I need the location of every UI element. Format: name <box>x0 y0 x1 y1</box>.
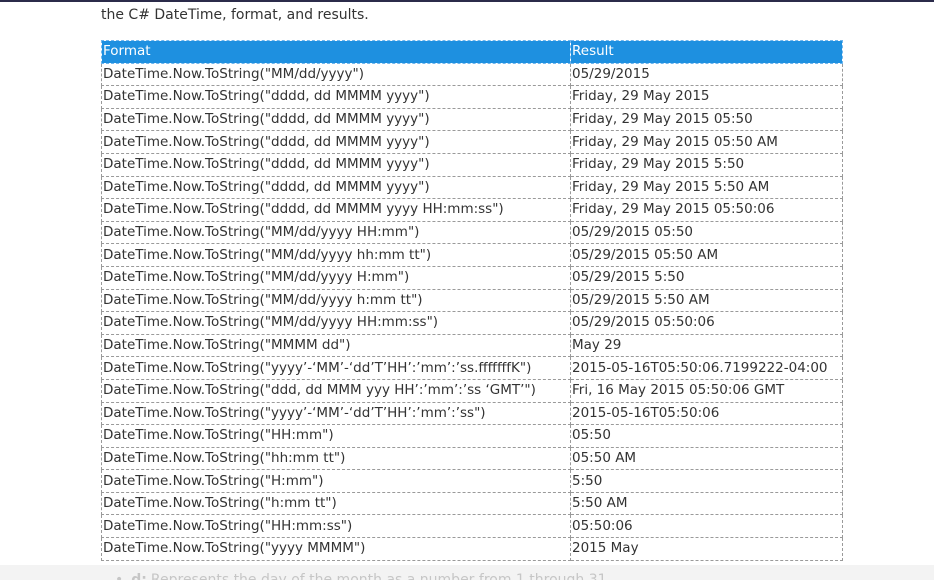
result-cell: Friday, 29 May 2015 05:50 <box>570 107 843 132</box>
result-cell: Friday, 29 May 2015 5:50 AM <box>570 175 843 200</box>
format-cell: DateTime.Now.ToString("MMMM dd") <box>101 333 571 358</box>
table-row: DateTime.Now.ToString("hh:mm tt") 05:50 … <box>101 446 843 471</box>
table-row: DateTime.Now.ToString("dddd, dd MMMM yyy… <box>101 175 843 200</box>
format-cell: DateTime.Now.ToString("h:mm tt") <box>101 491 571 516</box>
table-row: DateTime.Now.ToString("MM/dd/yyyy hh:mm … <box>101 243 843 267</box>
format-cell: DateTime.Now.ToString("MM/dd/yyyy HH:mm:… <box>101 311 571 335</box>
result-cell: 05/29/2015 05:50:06 <box>570 311 843 335</box>
table-row: DateTime.Now.ToString("dddd, dd MMMM yyy… <box>101 152 843 177</box>
table-row: DateTime.Now.ToString("yyyy MMMM") 2015 … <box>101 537 843 561</box>
result-cell: Fri, 16 May 2015 05:50:06 GMT <box>570 378 843 403</box>
result-cell: 05:50 <box>570 424 843 448</box>
table-row: DateTime.Now.ToString("yyyy’-‘MM’-‘dd’T’… <box>101 356 843 380</box>
format-cell: DateTime.Now.ToString("dddd, dd MMMM yyy… <box>101 130 571 154</box>
result-cell: 05/29/2015 5:50 <box>570 265 843 290</box>
result-cell: May 29 <box>570 333 843 358</box>
table-row: DateTime.Now.ToString("MM/dd/yyyy H:mm")… <box>101 265 843 290</box>
format-cell: DateTime.Now.ToString("MM/dd/yyyy hh:mm … <box>101 243 571 267</box>
result-cell: 2015 May <box>570 537 843 561</box>
format-cell: DateTime.Now.ToString("dddd, dd MMMM yyy… <box>101 198 571 222</box>
format-cell: DateTime.Now.ToString("dddd, dd MMMM yyy… <box>101 152 571 177</box>
result-cell: 5:50 AM <box>570 491 843 516</box>
format-cell: DateTime.Now.ToString("MM/dd/yyyy h:mm t… <box>101 288 571 313</box>
table-row: DateTime.Now.ToString("dddd, dd MMMM yyy… <box>101 85 843 109</box>
format-cell: DateTime.Now.ToString("dddd, dd MMMM yyy… <box>101 175 571 200</box>
table-row: DateTime.Now.ToString("ddd, dd MMM yyy H… <box>101 378 843 403</box>
result-cell: 05:50 AM <box>570 446 843 471</box>
table-row: DateTime.Now.ToString("HH:mm:ss") 05:50:… <box>101 514 843 539</box>
table-row: DateTime.Now.ToString("yyyy’-‘MM’-‘dd’T’… <box>101 401 843 426</box>
header-format: Format <box>101 40 571 64</box>
table-row: DateTime.Now.ToString("MM/dd/yyyy HH:mm"… <box>101 220 843 245</box>
datetime-format-table: Format Result DateTime.Now.ToString("MM/… <box>101 40 843 561</box>
result-cell: 2015-05-16T05:50:06.7199222-04:00 <box>570 356 843 380</box>
result-cell: 05/29/2015 <box>570 62 843 87</box>
format-cell: DateTime.Now.ToString("hh:mm tt") <box>101 446 571 471</box>
bullet-icon: • <box>115 572 124 580</box>
result-cell: 5:50 <box>570 469 843 493</box>
format-cell: DateTime.Now.ToString("HH:mm:ss") <box>101 514 571 539</box>
format-cell: DateTime.Now.ToString("MM/dd/yyyy HH:mm"… <box>101 220 571 245</box>
result-cell: Friday, 29 May 2015 05:50:06 <box>570 198 843 222</box>
intro-text: the C# DateTime, format, and results. <box>101 7 369 23</box>
format-cell: DateTime.Now.ToString("dddd, dd MMMM yyy… <box>101 107 571 132</box>
format-cell: DateTime.Now.ToString("yyyy MMMM") <box>101 537 571 561</box>
table-row: DateTime.Now.ToString("dddd, dd MMMM yyy… <box>101 130 843 154</box>
table-row: DateTime.Now.ToString("dddd, dd MMMM yyy… <box>101 107 843 132</box>
format-cell: DateTime.Now.ToString("HH:mm") <box>101 424 571 448</box>
table-row: DateTime.Now.ToString("dddd, dd MMMM yyy… <box>101 198 843 222</box>
result-cell: 05/29/2015 05:50 AM <box>570 243 843 267</box>
format-cell: DateTime.Now.ToString("ddd, dd MMM yyy H… <box>101 378 571 403</box>
table-header-row: Format Result <box>101 40 843 64</box>
footer-description: Represents the day of the month as a num… <box>150 572 612 580</box>
table-row: DateTime.Now.ToString("MM/dd/yyyy HH:mm:… <box>101 311 843 335</box>
table-row: DateTime.Now.ToString("MM/dd/yyyy") 05/2… <box>101 62 843 87</box>
result-cell: 05/29/2015 5:50 AM <box>570 288 843 313</box>
format-cell: DateTime.Now.ToString("MM/dd/yyyy") <box>101 62 571 87</box>
table-row: DateTime.Now.ToString("H:mm") 5:50 <box>101 469 843 493</box>
page: the C# DateTime, format, and results. Fo… <box>0 0 934 580</box>
table-row: DateTime.Now.ToString("HH:mm") 05:50 <box>101 424 843 448</box>
result-cell: Friday, 29 May 2015 5:50 <box>570 152 843 177</box>
format-cell: DateTime.Now.ToString("yyyy’-‘MM’-‘dd’T’… <box>101 356 571 380</box>
format-cell: DateTime.Now.ToString("MM/dd/yyyy H:mm") <box>101 265 571 290</box>
top-divider <box>0 0 934 2</box>
header-result: Result <box>570 40 843 64</box>
result-cell: Friday, 29 May 2015 <box>570 85 843 109</box>
table-row: DateTime.Now.ToString("h:mm tt") 5:50 AM <box>101 491 843 516</box>
format-cell: DateTime.Now.ToString("H:mm") <box>101 469 571 493</box>
format-cell: DateTime.Now.ToString("dddd, dd MMMM yyy… <box>101 85 571 109</box>
footer-list-item: • d: Represents the day of the month as a … <box>115 571 611 580</box>
result-cell: 2015-05-16T05:50:06 <box>570 401 843 426</box>
result-cell: 05/29/2015 05:50 <box>570 220 843 245</box>
result-cell: Friday, 29 May 2015 05:50 AM <box>570 130 843 154</box>
result-cell: 05:50:06 <box>570 514 843 539</box>
footer-term: d: <box>131 572 147 580</box>
table-row: DateTime.Now.ToString("MM/dd/yyyy h:mm t… <box>101 288 843 313</box>
table-row: DateTime.Now.ToString("MMMM dd") May 29 <box>101 333 843 358</box>
format-cell: DateTime.Now.ToString("yyyy’-‘MM’-‘dd’T’… <box>101 401 571 426</box>
